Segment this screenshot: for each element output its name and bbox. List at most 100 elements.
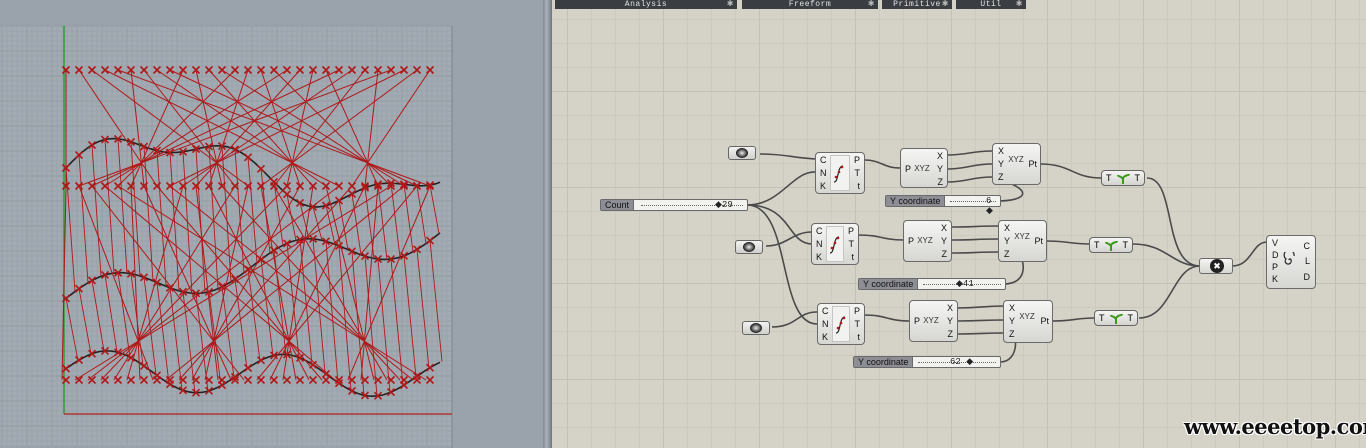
input-y[interactable]: Y <box>1004 236 1010 246</box>
output-p[interactable]: P <box>854 155 860 165</box>
divide-curve-icon <box>826 226 844 262</box>
input-n[interactable]: N <box>820 168 827 178</box>
flatten-component-3[interactable]: T T <box>1094 310 1138 326</box>
slider-value[interactable]: 62 ◆ <box>950 357 973 367</box>
construct-point-component-2[interactable]: X Y Z XYZ Pt <box>998 220 1047 262</box>
input-x[interactable]: X <box>1004 223 1010 233</box>
toggle-knob-icon <box>736 148 748 158</box>
input-t[interactable]: T <box>1106 171 1112 185</box>
input-k[interactable]: K <box>820 181 826 191</box>
input-t[interactable]: T <box>1094 238 1100 252</box>
input-c[interactable]: C <box>816 226 823 236</box>
flatten-component-1[interactable]: T T <box>1101 170 1145 186</box>
merge-component[interactable]: ✖ <box>1199 258 1233 274</box>
xyz-icon: XYZ <box>1014 232 1030 241</box>
toggle-knob-icon <box>750 323 762 333</box>
input-n[interactable]: N <box>822 319 829 329</box>
input-p[interactable]: P <box>914 316 920 326</box>
divide-curve-component-2[interactable]: C N K P T t <box>811 223 859 265</box>
output-y[interactable]: Y <box>941 236 947 246</box>
input-k[interactable]: K <box>1272 274 1278 284</box>
input-x[interactable]: X <box>998 146 1004 156</box>
input-p[interactable]: P <box>1272 262 1278 272</box>
boolean-toggle-1[interactable] <box>728 146 756 160</box>
output-t-param[interactable]: t <box>857 332 860 342</box>
output-t[interactable]: T <box>849 239 855 249</box>
output-l[interactable]: L <box>1305 256 1310 266</box>
watermark-text: www.eeeetop.com <box>1184 414 1366 439</box>
deconstruct-point-component-2[interactable]: P XYZ X Y Z <box>903 220 952 262</box>
construct-point-component-1[interactable]: X Y Z XYZ Pt <box>992 143 1041 185</box>
rhino-viewport[interactable] <box>0 0 543 448</box>
boolean-toggle-2[interactable] <box>735 240 763 254</box>
output-z[interactable]: Z <box>938 177 944 187</box>
output-t[interactable]: T <box>1123 238 1129 252</box>
output-c[interactable]: C <box>1304 241 1311 251</box>
wire-layer <box>746 150 1268 363</box>
output-x[interactable]: X <box>937 151 943 161</box>
input-c[interactable]: C <box>820 155 827 165</box>
output-t[interactable]: T <box>1128 311 1134 325</box>
output-t-param[interactable]: t <box>851 252 854 262</box>
output-t-param[interactable]: t <box>857 181 860 191</box>
output-p[interactable]: P <box>848 226 854 236</box>
input-d[interactable]: D <box>1272 250 1279 260</box>
flatten-component-2[interactable]: T T <box>1089 237 1133 253</box>
output-t[interactable]: T <box>855 319 861 329</box>
flatten-tree-icon <box>1117 173 1130 184</box>
xyz-icon: XYZ <box>917 236 933 245</box>
deconstruct-point-component-1[interactable]: P XYZ X Y Z <box>900 148 948 188</box>
xyz-icon: XYZ <box>914 164 930 173</box>
output-z[interactable]: Z <box>942 249 948 259</box>
flatten-tree-icon <box>1105 240 1118 251</box>
output-y[interactable]: Y <box>937 164 943 174</box>
boolean-toggle-3[interactable] <box>742 321 770 335</box>
slider-value[interactable]: ◆41 <box>956 279 974 289</box>
input-x[interactable]: X <box>1009 303 1015 313</box>
panel-splitter[interactable] <box>543 0 552 448</box>
input-t[interactable]: T <box>1099 311 1105 325</box>
input-p[interactable]: P <box>908 236 914 246</box>
input-p[interactable]: P <box>905 164 911 174</box>
slider-name: Y coordinate <box>854 357 914 367</box>
output-p[interactable]: P <box>854 306 860 316</box>
y-coordinate-slider-3[interactable]: Y coordinate 62 ◆ <box>853 356 1001 368</box>
output-pt[interactable]: Pt <box>1040 316 1049 326</box>
divide-curve-component-1[interactable]: C N K P T t <box>815 152 865 194</box>
deconstruct-point-component-3[interactable]: P XYZ X Y Z <box>909 300 958 342</box>
output-t[interactable]: T <box>1135 171 1141 185</box>
grasshopper-canvas[interactable]: Analysis✱ Freeform✱ Primitive✱ Util✱ <box>552 0 1366 448</box>
slider-name: Count <box>601 200 635 210</box>
output-pt[interactable]: Pt <box>1034 236 1043 246</box>
input-v[interactable]: V <box>1272 238 1278 248</box>
y-coordinate-slider-1[interactable]: Y coordinate 6 ◆ <box>885 195 1001 216</box>
output-d[interactable]: D <box>1304 272 1311 282</box>
y-coordinate-slider-2[interactable]: Y coordinate ◆41 <box>858 278 1006 290</box>
divide-curve-component-3[interactable]: C N K P T t <box>817 303 865 345</box>
viewport-geometry <box>0 25 453 448</box>
input-y[interactable]: Y <box>1009 316 1015 326</box>
output-t[interactable]: T <box>855 168 861 178</box>
output-z[interactable]: Z <box>948 329 954 339</box>
slider-name: Y coordinate <box>859 279 919 289</box>
output-x[interactable]: X <box>941 223 947 233</box>
output-pt[interactable]: Pt <box>1028 159 1037 169</box>
input-z[interactable]: Z <box>998 172 1004 182</box>
output-x[interactable]: X <box>947 303 953 313</box>
merge-icon: ✖ <box>1210 259 1224 273</box>
input-k[interactable]: K <box>816 252 822 262</box>
xyz-icon: XYZ <box>923 316 939 325</box>
construct-point-component-3[interactable]: X Y Z XYZ Pt <box>1003 300 1053 343</box>
slider-value[interactable]: ◆29 <box>715 200 733 210</box>
slider-name: Y coordinate <box>886 196 946 206</box>
input-n[interactable]: N <box>816 239 823 249</box>
input-y[interactable]: Y <box>998 159 1004 169</box>
output-y[interactable]: Y <box>947 316 953 326</box>
input-c[interactable]: C <box>822 306 829 316</box>
input-k[interactable]: K <box>822 332 828 342</box>
input-z[interactable]: Z <box>1009 329 1015 339</box>
count-slider[interactable]: Count ◆29 <box>600 199 748 211</box>
loft-component[interactable]: V D P K C L D <box>1266 235 1316 289</box>
input-z[interactable]: Z <box>1004 249 1010 259</box>
slider-value[interactable]: 6 ◆ <box>986 196 1000 216</box>
